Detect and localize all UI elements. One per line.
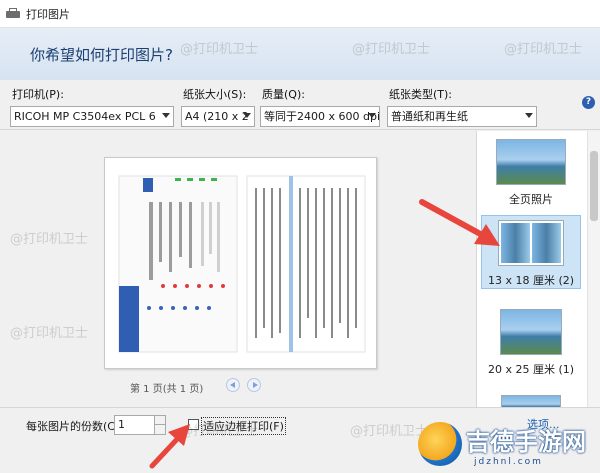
layout-thumbnail [496,139,566,185]
window-title: 打印图片 [26,7,70,21]
printer-label: 打印机(P): [12,88,64,101]
quality-select[interactable]: 等同于2400 x 600 dpi [260,106,380,127]
layout-label: 20 x 25 厘米 (1) [487,363,575,376]
help-icon[interactable]: ? [582,96,595,109]
copies-value: 1 [118,418,125,431]
layout-thumbnail [501,395,561,407]
paper-size-label: 纸张大小(S): [183,88,247,101]
logo-mark-icon [418,422,462,466]
layout-scrollbar[interactable] [587,131,600,407]
site-logo: 吉德手游网 jdzhnl.com [418,416,600,473]
copies-spinner[interactable]: 1 [114,415,166,435]
layout-item-13x18[interactable]: 13 x 18 厘米 (2) [481,215,581,289]
watermark: @打印机卫士 [350,424,429,439]
chevron-down-icon [368,113,376,118]
layout-thumbnail [498,220,564,266]
layout-label: 全页照片 [509,193,553,206]
dialog-heading: 你希望如何打印图片? [30,46,173,64]
paper-type-select-value: 普通纸和再生纸 [391,110,468,123]
paper-size-select[interactable]: A4 (210 x 2 [181,106,255,127]
chevron-down-icon [162,113,170,118]
paper-type-select[interactable]: 普通纸和再生纸 [387,106,537,127]
preview-area: 第 1 页(共 1 页) [0,131,476,407]
next-page-button[interactable] [247,378,261,392]
watermark: @打印机卫士 [352,42,431,57]
quality-label: 质量(Q): [262,88,305,101]
logo-title: 吉德手游网 [466,428,586,456]
title-bar: 打印图片 [0,0,600,28]
watermark: @打印机卫士 [10,326,89,341]
copies-label: 每张图片的份数(C): [26,420,123,433]
page-indicator: 第 1 页(共 1 页) [130,384,204,395]
paper-size-select-value: A4 (210 x 2 [185,110,249,123]
spin-down-icon[interactable] [154,425,165,434]
quality-select-value: 等同于2400 x 600 dpi [264,110,380,123]
spin-up-icon[interactable] [154,416,165,425]
watermark: @打印机卫士 [504,42,583,57]
chevron-down-icon [243,113,251,118]
scrollbar-thumb[interactable] [590,151,598,221]
layout-list: 全页照片 13 x 18 厘米 (2) 20 x 25 厘米 (1) [476,131,600,407]
page-preview [104,157,377,369]
printer-select-value: RICOH MP C3504ex PCL 6 [14,110,156,123]
chevron-down-icon [525,113,533,118]
layout-item-20x25[interactable]: 20 x 25 厘米 (1) [481,305,581,376]
logo-domain: jdzhnl.com [474,457,543,467]
watermark: @打印机卫士 [180,424,259,439]
layout-item-full-page[interactable]: 全页照片 [481,135,581,209]
printer-icon [6,7,20,20]
watermark: @打印机卫士 [180,42,259,57]
paper-type-label: 纸张类型(T): [389,88,453,101]
page-preview-content [118,175,366,353]
layout-item-next[interactable] [481,393,581,407]
printer-select[interactable]: RICOH MP C3504ex PCL 6 [10,106,174,127]
layout-thumbnail [500,309,562,355]
print-settings-bar: 打印机(P): RICOH MP C3504ex PCL 6 纸张大小(S): … [0,80,600,130]
previous-page-button[interactable] [226,378,240,392]
watermark: @打印机卫士 [10,232,89,247]
layout-label: 13 x 18 厘米 (2) [487,274,575,287]
